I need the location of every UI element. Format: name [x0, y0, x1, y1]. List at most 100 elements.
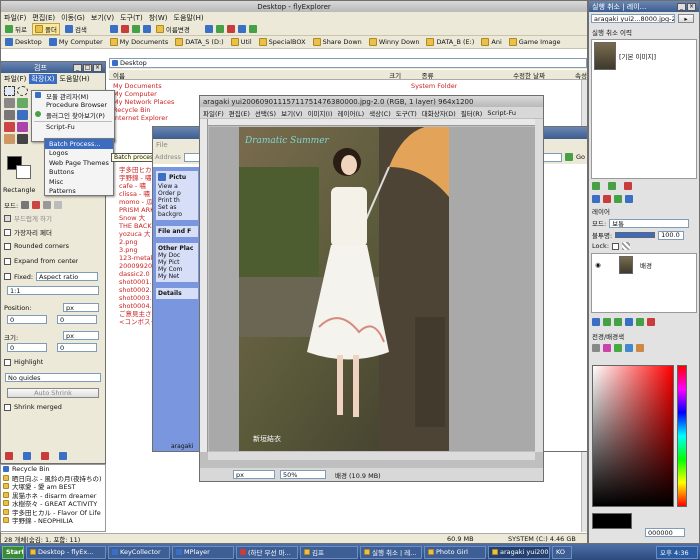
menu-item-web-page-themes[interactable]: Web Page Themes [45, 158, 113, 168]
eye-icon[interactable]: ◉ [594, 261, 602, 269]
menu-window[interactable]: 창(W) [149, 13, 168, 23]
fav-util[interactable]: Util [229, 38, 254, 46]
shrink-merged-row[interactable]: Shrink merged [4, 403, 62, 411]
feather-checkbox[interactable] [4, 228, 11, 236]
menu-go[interactable]: 이동(G) [61, 13, 85, 23]
tree-item[interactable]: 黒猫ホネ - disarm dreamer [1, 491, 105, 499]
left-ruler[interactable] [200, 119, 208, 452]
image-titlebar[interactable]: aragaki yui20060901115711751476380000.jp… [200, 96, 543, 107]
tree-item[interactable]: 水樹奈々 - GREAT ACTIVITY [1, 499, 105, 508]
color-cmyk-icon[interactable] [603, 344, 611, 352]
task-mplayer[interactable]: MPlayer [172, 545, 234, 559]
menu-edit[interactable]: 편집(E) [32, 13, 55, 23]
clear-undo-icon[interactable] [624, 182, 632, 190]
duplicate-layer-icon[interactable] [625, 318, 633, 326]
img-menu-script-fu[interactable]: Script-Fu [487, 109, 516, 117]
fav-ani[interactable]: Ani [479, 38, 503, 46]
menu-help[interactable]: 도움말(H) [174, 13, 204, 23]
photo-canvas[interactable]: Dramatic Summer 新垣結衣 [239, 127, 449, 451]
place-link[interactable]: My Com [158, 266, 196, 273]
view-icon[interactable] [204, 25, 213, 33]
color-gimp-icon[interactable] [592, 344, 600, 352]
other-places-title[interactable]: Other Plac [158, 245, 196, 252]
tree-item[interactable]: 宇多田ヒカル - Flavor Of Life [1, 508, 105, 516]
language-indicator[interactable]: KO [552, 545, 572, 559]
list-item[interactable]: yozuca 大 [119, 230, 155, 238]
list-item[interactable]: Snow 大 [119, 214, 155, 222]
place-link[interactable]: My Doc [158, 252, 196, 259]
fuzzy-select-icon[interactable] [17, 98, 28, 108]
crop-icon[interactable] [4, 110, 15, 120]
start-button[interactable]: Start [2, 545, 24, 559]
task-desktop[interactable]: Desktop - flyEx... [26, 545, 106, 559]
tree-item[interactable]: 大塚愛 - 愛 am BEST [1, 482, 105, 491]
color-scales-icon[interactable] [636, 344, 644, 352]
list-item[interactable]: THE BACK [119, 222, 155, 230]
list-item[interactable]: 123-metalo [119, 254, 155, 262]
list-item[interactable]: Internet Explorer [113, 114, 203, 122]
delete-layer-icon[interactable] [647, 318, 655, 326]
tab-layers-icon[interactable] [592, 195, 600, 203]
menu-item-misc[interactable]: Misc [45, 177, 113, 187]
expand-row[interactable]: Expand from center [4, 257, 78, 265]
color-water-icon[interactable] [625, 344, 633, 352]
toolbox-menu-help[interactable]: 도움말(H) [60, 74, 90, 84]
fav-data-s[interactable]: DATA_S (D:) [173, 38, 225, 46]
folders-button[interactable]: 폴더 [31, 23, 60, 35]
fav-game-image[interactable]: Game Image [507, 38, 563, 46]
list-item[interactable]: momo - 瓜 [119, 198, 155, 206]
menu-item-buttons[interactable]: Buttons [45, 168, 113, 178]
menu-item-patterns[interactable]: Patterns [45, 187, 113, 197]
fg-bg-colors[interactable] [7, 156, 33, 182]
opacity-value[interactable]: 100.0 [658, 230, 685, 240]
menu-item-batch-process[interactable]: Batch Process... [45, 139, 113, 149]
highlight-checkbox[interactable] [4, 358, 11, 366]
fav-my-computer[interactable]: My Computer [47, 38, 105, 46]
expand-checkbox[interactable] [4, 257, 11, 265]
text-icon[interactable] [17, 134, 28, 144]
paint-icon[interactable] [4, 134, 15, 144]
position-unit[interactable]: px [63, 303, 99, 312]
col-name[interactable]: 이름 [109, 70, 386, 80]
antialias-checkbox[interactable] [4, 214, 11, 222]
properties-icon[interactable] [142, 25, 151, 33]
task-undo-dock[interactable]: 실행 취소 | 레... [360, 545, 422, 559]
image-hscroll[interactable] [208, 452, 535, 460]
mode-add-icon[interactable] [32, 201, 41, 209]
img-menu-tools[interactable]: 도구(T) [396, 108, 417, 118]
back-button[interactable]: 뒤로 [3, 24, 29, 34]
menu-item-procedure-browser[interactable]: Procedure Browser [32, 101, 114, 111]
zoom-select[interactable]: 50% [280, 470, 326, 479]
list-item[interactable]: 3.png [119, 246, 155, 254]
list-item[interactable]: shot0004.pr [119, 302, 155, 310]
image-select[interactable]: aragaki yui2...8000.jpg-2 [591, 14, 675, 23]
opacity-slider[interactable] [615, 232, 656, 238]
col-attr[interactable]: 속성 [575, 70, 587, 80]
list-item[interactable]: PRISM ARK [119, 206, 155, 214]
new-layer-icon[interactable] [592, 318, 600, 326]
free-select-icon[interactable] [4, 98, 15, 108]
menu-item-logos[interactable]: Logos [45, 149, 113, 159]
folder-menu-file[interactable]: File [156, 141, 168, 149]
anchor-layer-icon[interactable] [636, 318, 644, 326]
img-menu-image[interactable]: 이미지(I) [308, 108, 333, 118]
tree-item[interactable]: 晒日向ぶ - 風鈴の月(夜持ちの) [1, 474, 105, 482]
mode-replace-icon[interactable] [21, 201, 30, 209]
menu-item-module-manager[interactable]: 모듈 관리자(M) [32, 91, 114, 101]
search-button[interactable]: 검색 [63, 24, 89, 34]
auto-shrink-button[interactable]: Auto Shrink [7, 388, 99, 398]
copy-icon[interactable] [109, 25, 118, 33]
img-menu-dialogs[interactable]: 대화상자(D) [422, 108, 456, 118]
minimize-button[interactable]: _ [73, 63, 82, 72]
task-link[interactable]: Print th [158, 197, 196, 204]
antialias-row[interactable]: 부드럽게 하기 [4, 213, 52, 223]
rect-select-icon[interactable] [4, 86, 15, 96]
restore-options-icon[interactable] [23, 452, 31, 460]
layer-mode-select[interactable]: 보통 [609, 218, 690, 228]
menu-tools[interactable]: 도구(T) [120, 13, 143, 23]
list-item[interactable]: dassic2.0 [119, 270, 155, 278]
picture-tasks-title[interactable]: Pictu [169, 174, 186, 181]
size-unit[interactable]: px [63, 331, 99, 340]
toolbox-menu-file[interactable]: 파일(F) [4, 74, 26, 84]
place-link[interactable]: My Net [158, 273, 196, 280]
